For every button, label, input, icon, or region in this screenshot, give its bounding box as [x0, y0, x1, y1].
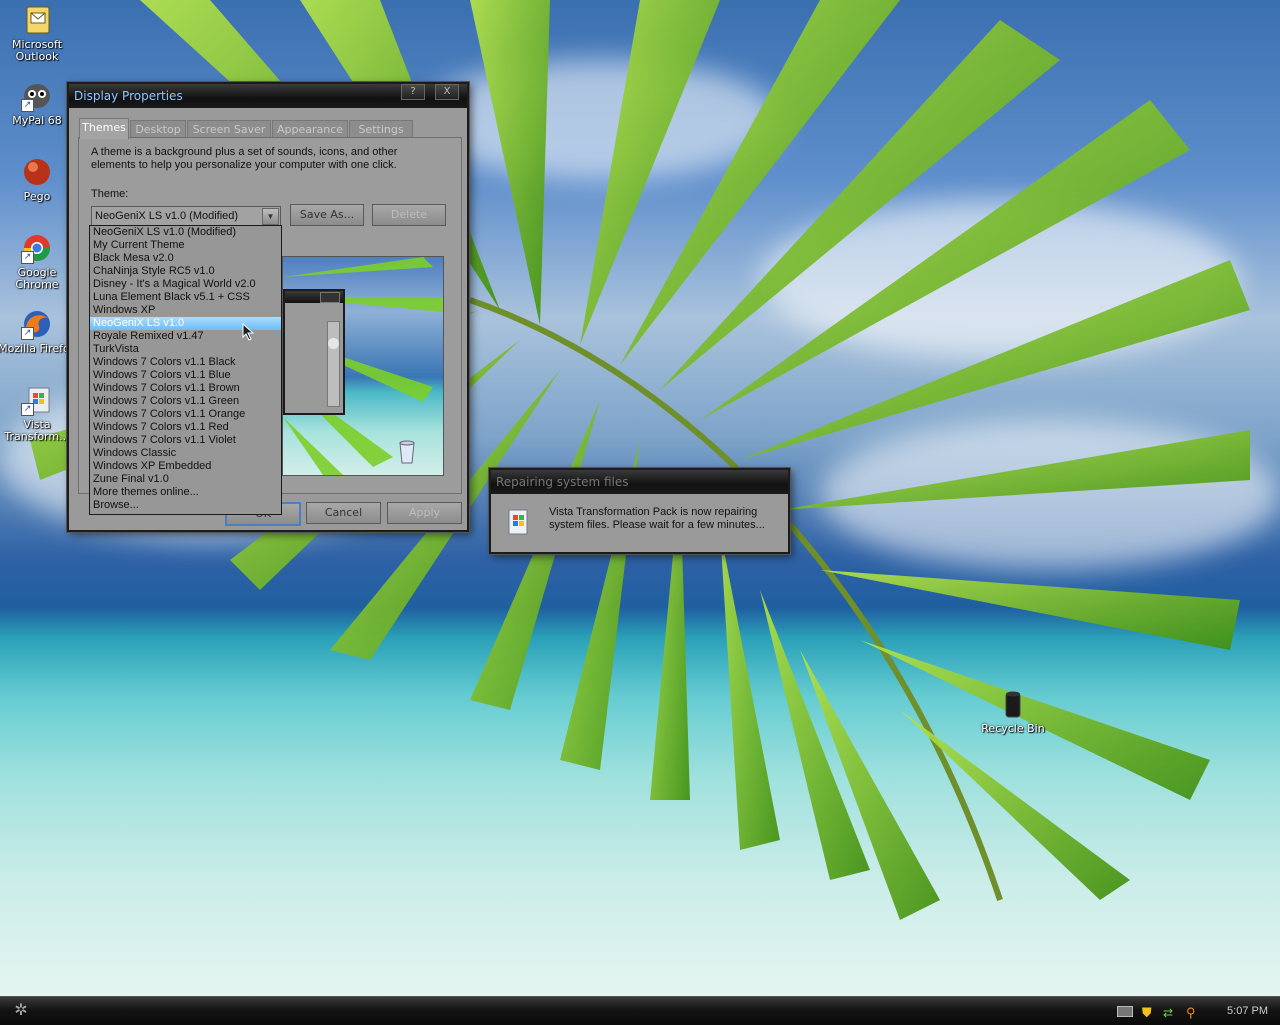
theme-option[interactable]: My Current Theme	[90, 239, 281, 252]
preview-recycle-bin-icon	[397, 437, 417, 465]
desktop-icon-firefox[interactable]: ↗ Mozilla Firefox	[0, 308, 76, 355]
theme-option[interactable]: NeoGeniX LS v1.0 (Modified)	[90, 226, 281, 239]
outlook-icon	[21, 4, 53, 36]
theme-option[interactable]: Windows 7 Colors v1.1 Violet	[90, 434, 281, 447]
window-titlebar[interactable]: Display Properties ? X	[69, 84, 467, 108]
search-icon[interactable]: ⚲	[1186, 1006, 1200, 1020]
tab-screen-saver[interactable]: Screen Saver	[187, 120, 271, 138]
preview-window	[283, 289, 345, 415]
tab-settings[interactable]: Settings	[349, 120, 413, 138]
tab-appearance[interactable]: Appearance	[272, 120, 348, 138]
desktop-icon-recycle-bin[interactable]: Recycle Bin	[974, 688, 1052, 735]
theme-option[interactable]: TurkVista	[90, 343, 281, 356]
pego-icon	[21, 156, 53, 188]
desktop-icon-outlook[interactable]: Microsoft Outlook	[0, 4, 76, 63]
theme-option[interactable]: Windows 7 Colors v1.1 Red	[90, 421, 281, 434]
system-tray: ⛊ ⇄ ⚲	[1116, 1003, 1200, 1020]
repair-dialog-window: Repairing system files Vista Transformat…	[489, 468, 790, 554]
theme-option[interactable]: Windows 7 Colors v1.1 Brown	[90, 382, 281, 395]
theme-option[interactable]: Windows 7 Colors v1.1 Orange	[90, 408, 281, 421]
preview-scrollbar	[327, 321, 340, 407]
theme-option[interactable]: Windows Classic	[90, 447, 281, 460]
preview-scroll-thumb	[328, 338, 339, 349]
shortcut-arrow-icon: ↗	[21, 99, 34, 112]
shortcut-arrow-icon: ↗	[21, 403, 34, 416]
theme-option[interactable]: Disney - It's a Magical World v2.0	[90, 278, 281, 291]
theme-option[interactable]: Windows 7 Colors v1.1 Green	[90, 395, 281, 408]
apply-button[interactable]: Apply	[387, 502, 462, 524]
theme-option[interactable]: More themes online...	[90, 486, 281, 499]
save-as-button[interactable]: Save As...	[290, 204, 364, 226]
vista-transform-icon	[505, 508, 531, 536]
taskbar: ✲ ⛊ ⇄ ⚲ 5:07 PM	[0, 996, 1280, 1025]
shortcut-arrow-icon: ↗	[21, 251, 34, 264]
preview-close-icon	[320, 292, 340, 303]
repair-dialog-title: Repairing system files	[496, 475, 629, 489]
keyboard-icon[interactable]	[1116, 1006, 1133, 1017]
repair-dialog-message: Vista Transformation Pack is now repairi…	[549, 506, 765, 532]
shortcut-arrow-icon: ↗	[21, 327, 34, 340]
mypal-icon: ↗	[21, 80, 53, 112]
desktop-icon-label: MyPal 68	[12, 114, 62, 127]
tab-desktop[interactable]: Desktop	[130, 120, 186, 138]
network-icon[interactable]: ⇄	[1163, 1006, 1177, 1020]
tab-themes[interactable]: Themes	[79, 118, 129, 139]
desktop-icon-label: Mozilla Firefox	[0, 342, 76, 355]
theme-option[interactable]: Windows 7 Colors v1.1 Blue	[90, 369, 281, 382]
theme-option[interactable]: Zune Final v1.0	[90, 473, 281, 486]
desktop-icon-label: Vista Transform...	[4, 418, 70, 443]
mouse-cursor-icon	[242, 323, 255, 341]
desktop-icon-label: Microsoft Outlook	[11, 38, 63, 63]
desktop-icon-chrome[interactable]: ↗ Google Chrome	[0, 232, 76, 291]
theme-option[interactable]: Windows 7 Colors v1.1 Black	[90, 356, 281, 369]
close-button[interactable]: X	[435, 84, 459, 100]
theme-combobox[interactable]: NeoGeniX LS v1.0 (Modified) ▼	[91, 206, 281, 227]
desktop-icon-label: Recycle Bin	[981, 722, 1045, 735]
theme-preview	[282, 256, 444, 476]
window-title: Display Properties	[74, 89, 183, 103]
desktop-icon-mypal[interactable]: ↗ MyPal 68	[0, 80, 76, 127]
desktop-icon-pego[interactable]: Pego	[0, 156, 76, 203]
recycle-bin-icon	[997, 688, 1029, 720]
desktop-icon-label: Pego	[23, 190, 51, 203]
vista-transform-icon: ↗	[21, 384, 53, 416]
theme-label: Theme:	[91, 188, 129, 200]
cancel-button[interactable]: Cancel	[306, 502, 381, 524]
desktop-icon-label: Google Chrome	[15, 266, 59, 291]
desktop-icon-vista-transform[interactable]: ↗ Vista Transform...	[0, 384, 76, 443]
taskbar-clock[interactable]: 5:07 PM	[1227, 997, 1268, 1025]
delete-button[interactable]: Delete	[372, 204, 446, 226]
theme-option[interactable]: Windows XP	[90, 304, 281, 317]
theme-dropdown-list[interactable]: NeoGeniX LS v1.0 (Modified) My Current Th…	[89, 225, 282, 515]
theme-option[interactable]: ChaNinja Style RC5 v1.0	[90, 265, 281, 278]
repair-message-line-1: Vista Transformation Pack is now repairi…	[549, 506, 758, 518]
preview-titlebar	[285, 291, 343, 303]
repair-message-line-2: system files. Please wait for a few minu…	[549, 519, 765, 531]
themes-description: A theme is a background plus a set of so…	[91, 146, 398, 171]
theme-option[interactable]: Browse...	[90, 499, 281, 512]
help-button[interactable]: ?	[401, 84, 425, 100]
firefox-icon: ↗	[21, 308, 53, 340]
theme-combobox-value: NeoGeniX LS v1.0 (Modified)	[95, 210, 239, 222]
start-button[interactable]: ✲	[8, 1000, 34, 1022]
shield-icon[interactable]: ⛊	[1142, 1006, 1154, 1020]
theme-option[interactable]: Black Mesa v2.0	[90, 252, 281, 265]
theme-option[interactable]: Windows XP Embedded	[90, 460, 281, 473]
start-orb-icon: ✲	[14, 1002, 28, 1019]
theme-option[interactable]: Luna Element Black v5.1 + CSS	[90, 291, 281, 304]
repair-dialog-titlebar[interactable]: Repairing system files	[491, 470, 788, 494]
chevron-down-icon[interactable]: ▼	[262, 208, 279, 225]
chrome-icon: ↗	[21, 232, 53, 264]
